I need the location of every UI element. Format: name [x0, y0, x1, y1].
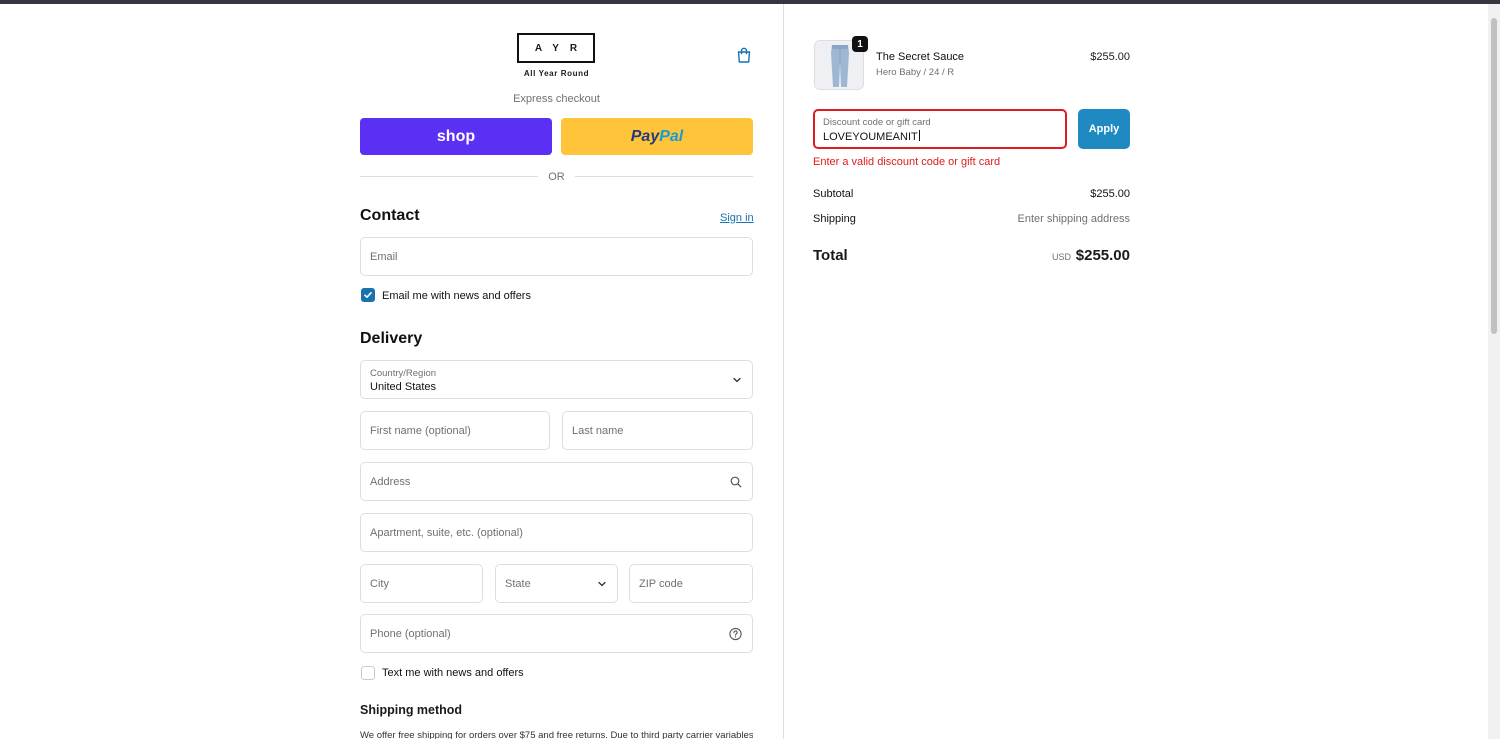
apply-label: Apply [1088, 123, 1120, 135]
chevron-down-icon [598, 581, 606, 586]
state-select[interactable]: State [495, 564, 618, 603]
chevron-down-icon [733, 377, 741, 382]
discount-value-wrap: LOVEYOUMEANIT [823, 130, 920, 143]
first-name-field[interactable]: First name (optional) [360, 411, 550, 450]
logo-text: AYR [534, 42, 589, 54]
shopping-bag-icon[interactable] [735, 46, 753, 64]
or-divider-label: OR [548, 171, 565, 183]
zip-code-field[interactable]: ZIP code [629, 564, 753, 603]
last-name-field[interactable]: Last name [562, 411, 753, 450]
country-select[interactable]: Country/Region United States [360, 360, 753, 399]
divider-left [360, 176, 538, 177]
discount-error-message: Enter a valid discount code or gift card [813, 156, 1001, 168]
total-value: $255.00 [1075, 247, 1130, 264]
search-icon [730, 476, 742, 487]
shipping-method-heading: Shipping method [360, 703, 463, 717]
country-value: United States [370, 381, 437, 393]
quantity-badge: 1 [852, 36, 868, 52]
subtotal-label: Subtotal [813, 188, 854, 200]
newsletter-checkbox[interactable] [361, 288, 375, 302]
email-field[interactable]: Email [360, 237, 753, 276]
email-placeholder: Email [370, 250, 398, 263]
shipping-value: Enter shipping address [1017, 213, 1130, 225]
product-variant: Hero Baby / 24 / R [876, 67, 955, 78]
discount-code-field[interactable]: Discount code or gift card LOVEYOUMEANIT [813, 109, 1067, 149]
shipping-method-description: We offer free shipping for orders over $… [360, 730, 753, 739]
text-cursor [918, 130, 920, 141]
total-label: Total [813, 247, 848, 264]
sign-in-link[interactable]: Sign in [720, 212, 754, 224]
product-name: The Secret Sauce [876, 51, 965, 63]
shop-pay-label: shop [436, 127, 476, 145]
checkmark-icon [364, 292, 372, 298]
apartment-field[interactable]: Apartment, suite, etc. (optional) [360, 513, 753, 552]
city-field[interactable]: City [360, 564, 483, 603]
delivery-heading: Delivery [360, 330, 423, 347]
phone-field[interactable]: Phone (optional) [360, 614, 753, 653]
scrollbar[interactable] [1488, 4, 1500, 739]
last-name-placeholder: Last name [572, 424, 624, 437]
apartment-placeholder: Apartment, suite, etc. (optional) [370, 526, 523, 539]
apply-discount-button[interactable]: Apply [1078, 109, 1130, 149]
city-placeholder: City [370, 577, 389, 590]
product-price: $255.00 [1090, 51, 1130, 63]
shop-pay-button[interactable]: shop [360, 118, 552, 155]
subtotal-value: $255.00 [1090, 188, 1130, 200]
sms-label: Text me with news and offers [382, 667, 524, 679]
discount-value: LOVEYOUMEANIT [823, 131, 918, 143]
state-placeholder: State [505, 577, 531, 590]
shipping-label: Shipping [813, 213, 856, 225]
phone-placeholder: Phone (optional) [370, 627, 451, 640]
brand-logo[interactable]: AYR [517, 33, 595, 63]
country-label: Country/Region [370, 368, 437, 379]
scrollbar-thumb[interactable] [1491, 18, 1497, 334]
divider-right [575, 176, 753, 177]
total-currency: USD [1051, 252, 1071, 262]
zip-code-placeholder: ZIP code [639, 577, 683, 590]
discount-label: Discount code or gift card [823, 117, 931, 128]
brand-tagline: All Year Round [523, 69, 590, 78]
help-icon[interactable] [729, 627, 742, 640]
address-placeholder: Address [370, 475, 411, 488]
express-checkout-label: Express checkout [513, 93, 600, 105]
paypal-label-pay: Pay [630, 127, 660, 145]
paypal-button[interactable]: Pay Pal [561, 118, 753, 155]
sms-checkbox[interactable] [361, 666, 375, 680]
first-name-placeholder: First name (optional) [370, 424, 471, 437]
address-field[interactable]: Address [360, 462, 753, 501]
newsletter-label: Email me with news and offers [382, 290, 531, 302]
paypal-label-pal: Pal [659, 127, 684, 145]
contact-heading: Contact [360, 207, 420, 224]
